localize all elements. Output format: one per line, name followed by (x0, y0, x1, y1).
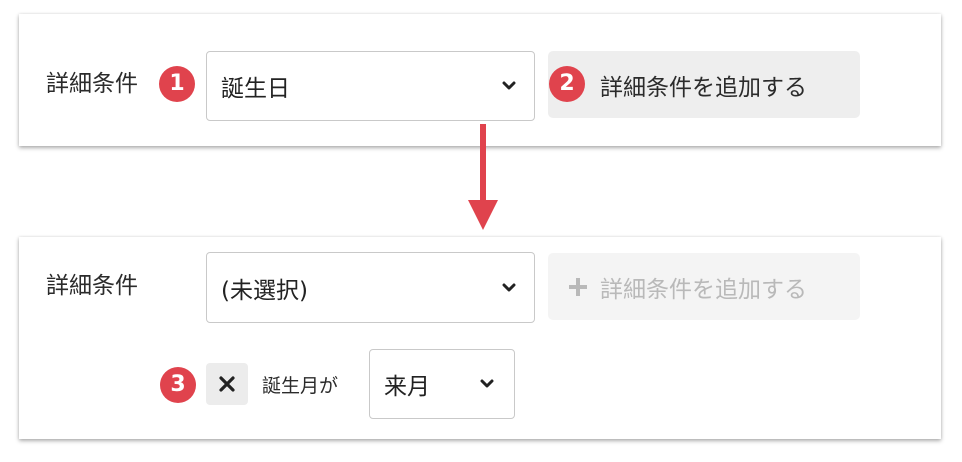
step-badge-1: 1 (159, 66, 195, 102)
chevron-down-icon (480, 379, 494, 388)
screen: 詳細条件 1 誕生日 詳細条件を追加する 2 詳細条件 (未選択) 詳細条件を追… (0, 0, 962, 462)
birth-month-select[interactable]: 来月 (369, 349, 515, 419)
condition-panel-after: 詳細条件 (未選択) 詳細条件を追加する 3 誕生月が 来月 (19, 237, 941, 439)
condition-type-select[interactable]: (未選択) (206, 252, 535, 323)
add-condition-button-label: 詳細条件を追加する (600, 276, 807, 303)
birth-month-label: 誕生月が (262, 375, 339, 397)
step-badge-3: 3 (160, 367, 196, 403)
arrow-down-icon (468, 124, 498, 230)
plus-icon (569, 278, 587, 296)
chevron-down-icon (502, 283, 516, 291)
add-condition-button[interactable]: 詳細条件を追加する (548, 253, 860, 320)
step-badge-2: 2 (549, 66, 585, 102)
add-condition-button-label: 詳細条件を追加する (600, 74, 807, 101)
chevron-down-icon (502, 81, 516, 90)
condition-type-select[interactable]: 誕生日 (206, 51, 535, 121)
condition-type-select-value: (未選択) (221, 277, 308, 304)
condition-type-select-value: 誕生日 (221, 76, 290, 102)
close-icon (219, 376, 235, 392)
birth-month-select-value: 来月 (384, 374, 430, 400)
add-condition-button[interactable]: 詳細条件を追加する (548, 51, 860, 118)
detail-condition-label: 詳細条件 (46, 71, 138, 97)
detail-condition-label: 詳細条件 (46, 273, 138, 299)
remove-condition-button[interactable] (206, 363, 248, 405)
